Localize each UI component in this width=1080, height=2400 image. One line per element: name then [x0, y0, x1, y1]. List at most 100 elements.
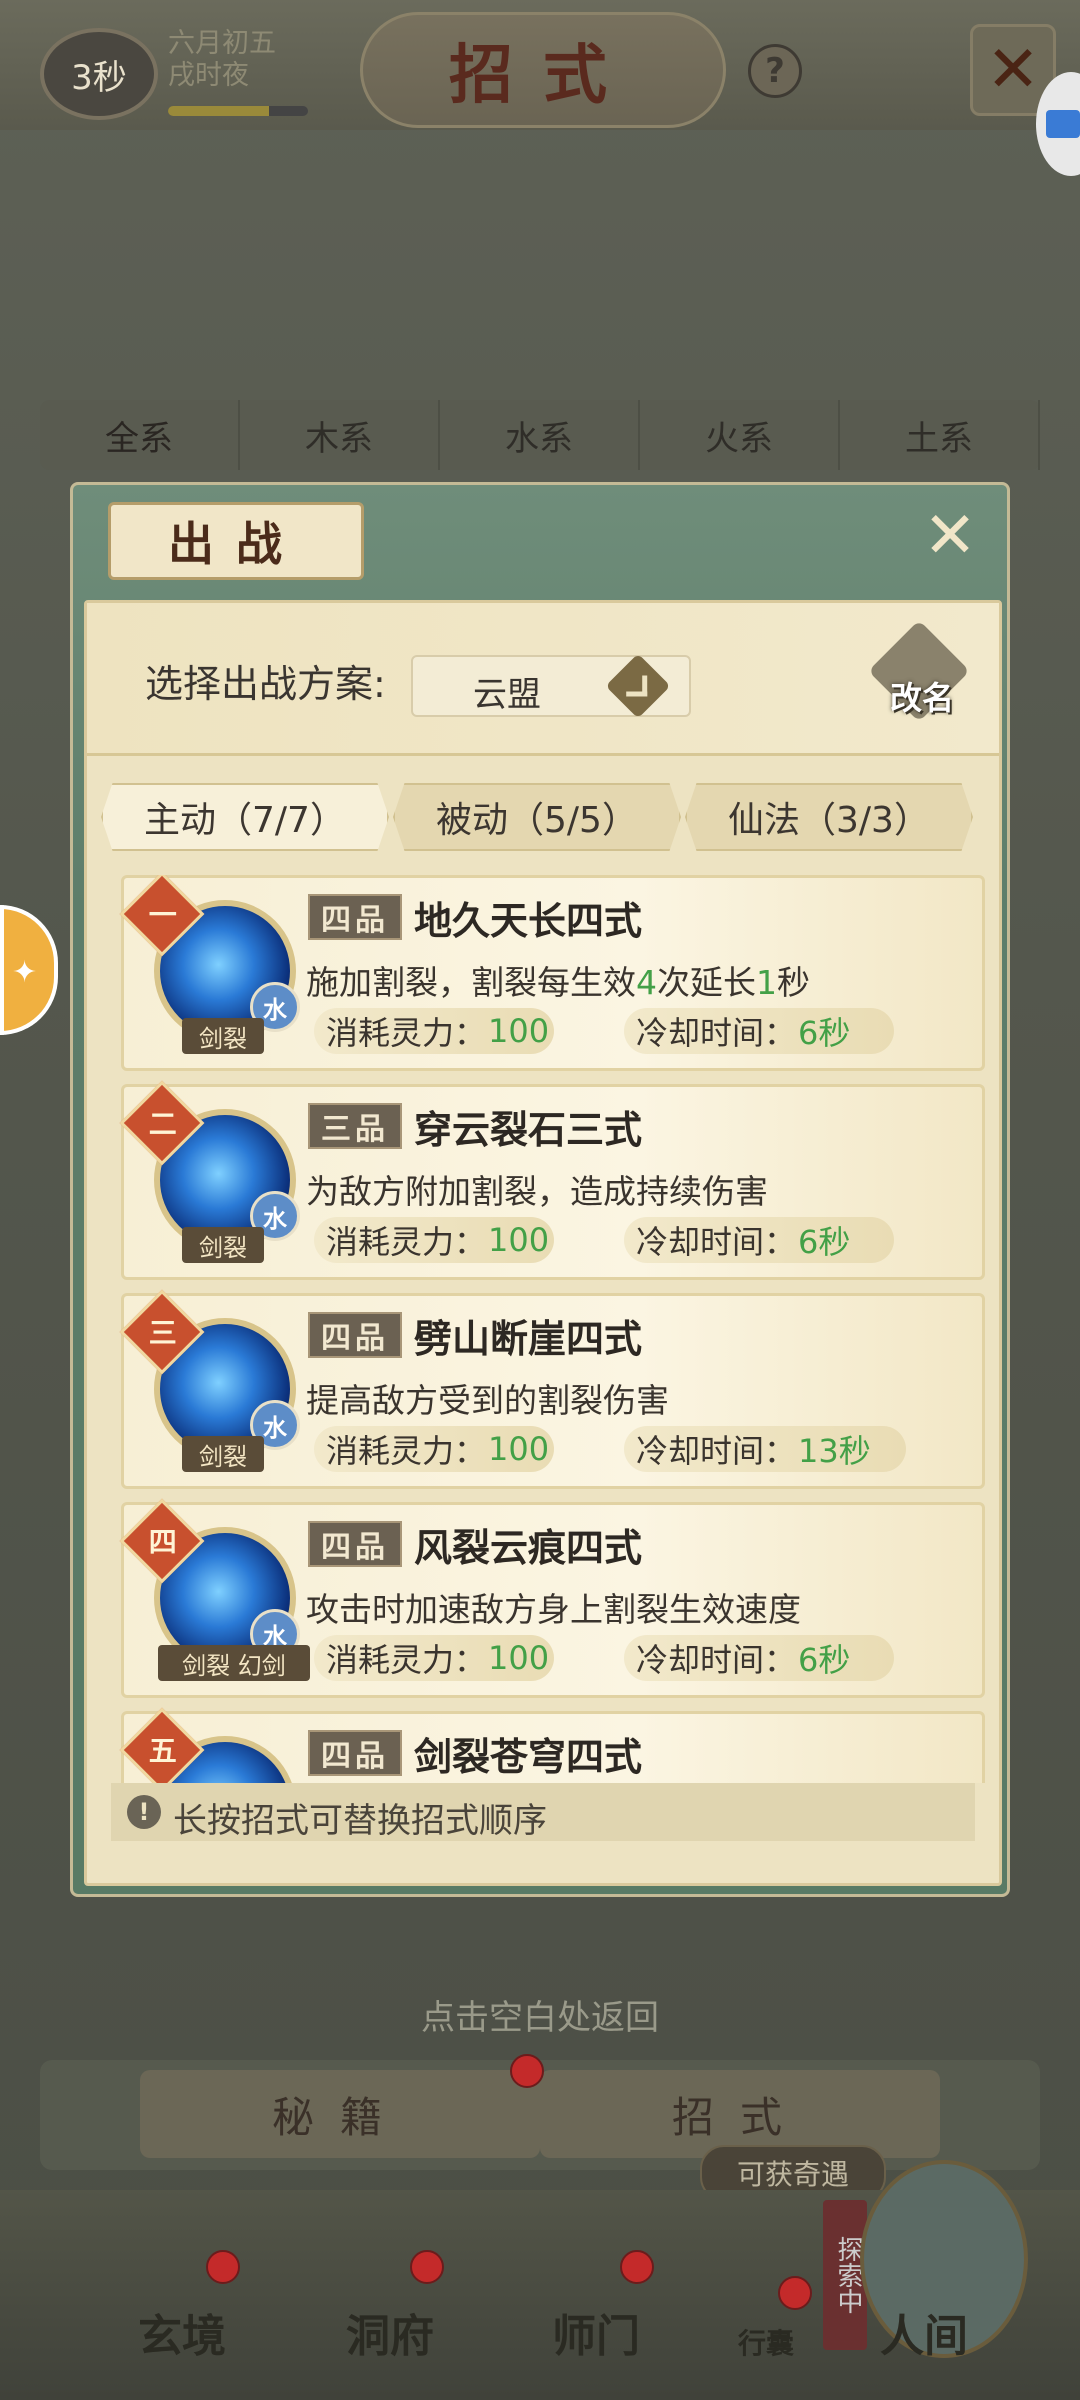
rank-number: 五 [148, 1734, 177, 1768]
skill-desc: 施加割裂，割裂每生效4次延长1秒 [306, 956, 810, 1004]
category-tab-earth[interactable]: 土系 [840, 400, 1040, 470]
cooldown-label: 冷却时间： [636, 1223, 797, 1261]
cost-label: 消耗灵力： [326, 1223, 487, 1261]
rename-button[interactable]: 改名 [867, 620, 977, 727]
bottom-tab-bar: 秘籍 招式 [40, 2054, 1040, 2170]
desc-part: 施加割裂，割裂每生效 [306, 963, 636, 1002]
desc-part: 秒 [777, 963, 810, 1002]
skill-card[interactable]: 四 水 剑裂 幻剑 四品 风裂云痕四式 攻击时加速敌方身上割裂生效速度 消耗灵力… [119, 1498, 985, 1698]
category-tab-water[interactable]: 水系 [440, 400, 640, 470]
reorder-hint-bar: ! 长按招式可替换招式顺序 [111, 1783, 975, 1841]
skill-card[interactable]: 三 水 剑裂 四品 劈山断崖四式 提高敌方受到的割裂伤害 消耗灵力： 100 冷却… [119, 1289, 985, 1489]
cooldown-value: 6秒 [798, 1014, 851, 1052]
nav-dot-2 [410, 2250, 444, 2284]
return-hint[interactable]: 点击空白处返回 [0, 1990, 1080, 2039]
cost-label: 消耗灵力： [326, 1641, 487, 1679]
cooldown-value: 6秒 [798, 1641, 851, 1679]
tab-active-skills[interactable]: 主动（7/7） [101, 783, 389, 851]
nav-shimen[interactable]: 师门 [552, 2300, 640, 2364]
top-bar: 3秒 六月初五 戌时夜 招式 ? ✕ [0, 0, 1080, 130]
desc-part: 次延长 [657, 963, 756, 1002]
tab-secret-books[interactable]: 秘籍 [140, 2070, 540, 2158]
info-icon: ! [127, 1795, 161, 1829]
gamepad-icon: ✦ [12, 955, 38, 990]
modal-body: 选择出战方案: 云盟 改名 主动（7/7） 被动（5/5） 仙法（3/3） 一 … [84, 600, 1002, 1886]
grade-badge: 四品 [308, 1312, 402, 1358]
skill-card[interactable]: 一 水 剑裂 四品 地久天长四式 施加割裂，割裂每生效4次延长1秒 消耗灵力： 1… [119, 875, 985, 1071]
cooldown-label: 冷却时间： [636, 1014, 797, 1052]
skill-name: 地久天长四式 [414, 899, 643, 943]
cooldown-value: 6秒 [798, 1223, 851, 1261]
skill-tags: 剑裂 [182, 1436, 264, 1472]
cost-stat: 消耗灵力： 100 [314, 1426, 554, 1472]
date-progress-fill [168, 106, 269, 116]
battle-loadout-modal: 出战 ✕ 选择出战方案: 云盟 改名 主动（7/7） 被动（5/5） 仙法（3/… [70, 482, 1010, 1897]
rank-number: 一 [148, 898, 177, 932]
tab-passive-skills[interactable]: 被动（5/5） [393, 783, 681, 851]
category-tab-fire[interactable]: 火系 [640, 400, 840, 470]
page-title-plaque: 招式 [360, 12, 726, 128]
nav-dot-1 [206, 2250, 240, 2284]
cost-label: 消耗灵力： [326, 1432, 487, 1470]
date-line-1: 六月初五 [168, 28, 276, 59]
skill-tags: 剑裂 幻剑 [158, 1645, 310, 1681]
rank-number: 四 [148, 1525, 177, 1559]
cooldown-label: 冷却时间： [636, 1641, 797, 1679]
cost-stat: 消耗灵力： 100 [314, 1635, 554, 1681]
cost-label: 消耗灵力： [326, 1014, 487, 1052]
chevron-down-icon [605, 653, 671, 719]
cost-value: 100 [488, 1639, 550, 1677]
plan-select[interactable]: 云盟 [411, 653, 691, 719]
rank-number: 二 [148, 1107, 177, 1141]
skill-tags: 剑裂 [182, 1227, 264, 1263]
skill-list[interactable]: 一 水 剑裂 四品 地久天长四式 施加割裂，割裂每生效4次延长1秒 消耗灵力： 1… [101, 875, 985, 1783]
page-title: 招式 [449, 38, 637, 113]
nav-dongfu[interactable]: 洞府 [346, 2300, 434, 2364]
rank-number: 三 [148, 1316, 177, 1350]
plan-row: 选择出战方案: 云盟 改名 [87, 603, 999, 756]
category-tab-all[interactable]: 全系 [40, 400, 240, 470]
timer-badge: 3秒 [40, 28, 158, 120]
nav-renjian[interactable]: 人间 [880, 2300, 968, 2364]
cooldown-stat: 冷却时间： 13秒 [624, 1426, 906, 1472]
help-button[interactable]: ? [748, 44, 802, 98]
cooldown-value: 13秒 [798, 1432, 871, 1470]
nav-bag[interactable]: 行囊 [738, 2322, 794, 2362]
cooldown-label: 冷却时间： [636, 1432, 797, 1470]
grade-badge: 三品 [308, 1103, 402, 1149]
grade-badge: 四品 [308, 894, 402, 940]
skill-card[interactable]: 五 四品 剑裂苍穹四式 [119, 1707, 985, 1783]
game-date: 六月初五 戌时夜 [168, 28, 276, 92]
nav-dot-3 [620, 2250, 654, 2284]
cost-stat: 消耗灵力： 100 [314, 1217, 554, 1263]
skill-name: 风裂云痕四式 [414, 1526, 643, 1570]
category-tab-wood[interactable]: 木系 [240, 400, 440, 470]
skill-desc: 提高敌方受到的割裂伤害 [306, 1381, 669, 1420]
category-tabs: 全系 木系 水系 火系 土系 [40, 400, 1040, 470]
tab-spells[interactable]: 仙法（3/3） [685, 783, 973, 851]
grade-badge: 四品 [308, 1730, 402, 1776]
skill-type-tabs: 主动（7/7） 被动（5/5） 仙法（3/3） [101, 783, 977, 851]
reorder-hint: 长按招式可替换招式顺序 [173, 1801, 547, 1841]
desc-number: 1 [756, 963, 777, 1002]
modal-close-button[interactable]: ✕ [918, 504, 982, 568]
date-line-2: 戌时夜 [168, 60, 249, 91]
cost-value: 100 [488, 1221, 550, 1259]
plan-select-value: 云盟 [473, 675, 541, 715]
modal-title: 出战 [168, 517, 304, 571]
nav-dot-4 [778, 2276, 812, 2310]
skill-tags: 剑裂 [182, 1018, 264, 1054]
desc-number: 4 [636, 963, 657, 1002]
cost-value: 100 [488, 1430, 550, 1468]
audio-icon [1046, 110, 1080, 138]
grade-badge: 四品 [308, 1521, 402, 1567]
modal-title-plaque: 出战 [108, 502, 364, 580]
nav-xuanjing[interactable]: 玄境 [138, 2300, 226, 2364]
cooldown-stat: 冷却时间： 6秒 [624, 1008, 894, 1054]
rename-label: 改名 [889, 679, 954, 717]
skill-name: 劈山断崖四式 [414, 1317, 643, 1361]
cost-stat: 消耗灵力： 100 [314, 1008, 554, 1054]
skill-card[interactable]: 二 水 剑裂 三品 穿云裂石三式 为敌方附加割裂，造成持续伤害 消耗灵力： 100… [119, 1080, 985, 1280]
notification-dot [510, 2054, 544, 2088]
skill-name: 剑裂苍穹四式 [414, 1735, 643, 1779]
